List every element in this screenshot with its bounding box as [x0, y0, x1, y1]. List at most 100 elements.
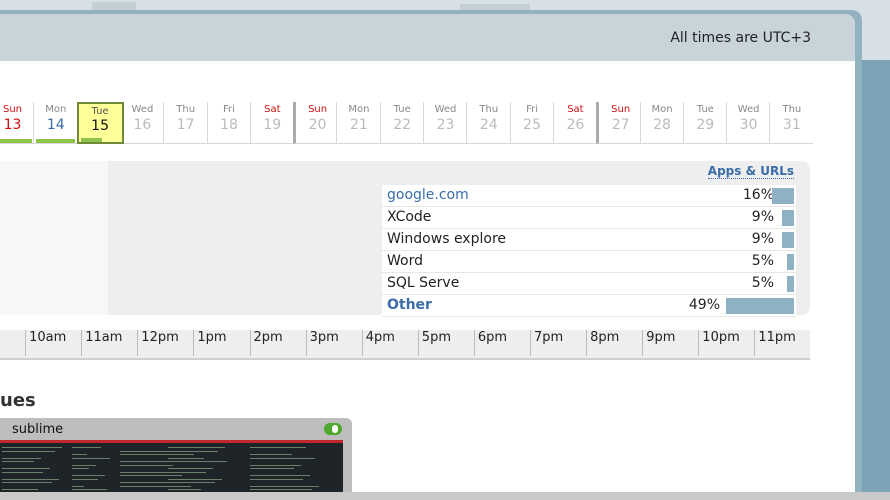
- calendar-day-20[interactable]: Sun 20: [293, 102, 340, 144]
- hour-slot[interactable]: 7pm: [530, 330, 589, 356]
- calendar-day-24[interactable]: Thu 24: [466, 102, 511, 144]
- calendar-day-number: 28: [653, 117, 671, 133]
- app-row[interactable]: Windows explore 9%: [382, 229, 796, 251]
- calendar-day-name: Sun: [611, 104, 631, 115]
- hour-slot[interactable]: 12pm: [137, 330, 196, 356]
- app-share-bar: [772, 188, 794, 204]
- calendar-day-13[interactable]: Sun 13: [0, 102, 34, 144]
- hour-slot[interactable]: 3pm: [305, 330, 365, 356]
- screenshot-card[interactable]: sublime: [0, 418, 352, 500]
- code-line: [72, 457, 110, 459]
- calendar-day-16[interactable]: Wed 16: [119, 102, 164, 144]
- hour-slot[interactable]: 4pm: [361, 330, 421, 356]
- calendar-day-25[interactable]: Fri 25: [509, 102, 554, 144]
- app-share-bar: [787, 254, 794, 270]
- calendar-day-17[interactable]: Thu 17: [163, 102, 208, 144]
- calendar-day-name: Tue: [91, 106, 109, 117]
- hour-slot[interactable]: 11am: [81, 330, 140, 356]
- screenshot-thumbnail[interactable]: [0, 440, 343, 500]
- hour-slot[interactable]: 9pm: [642, 330, 701, 356]
- calendar-day-27[interactable]: Sun 27: [596, 102, 643, 144]
- hour-slot[interactable]: 1pm: [193, 330, 252, 356]
- calendar-day-18[interactable]: Fri 18: [206, 102, 251, 144]
- code-line: [120, 450, 171, 452]
- hour-slot[interactable]: [0, 330, 28, 356]
- code-line: [2, 468, 50, 469]
- app-share-bar: [782, 210, 794, 226]
- horizontal-scrollbar[interactable]: [0, 492, 890, 500]
- app-row[interactable]: Word 5%: [382, 251, 796, 273]
- app-row[interactable]: SQL Serve 5%: [382, 273, 796, 295]
- code-line: [2, 489, 38, 490]
- calendar-day-name: Thu: [479, 104, 499, 115]
- calendar-day-number: 19: [263, 117, 282, 133]
- app-share-bar: [782, 232, 794, 248]
- app-row[interactable]: google.com 16%: [382, 185, 796, 207]
- app-name: XCode: [387, 209, 432, 225]
- code-line: [120, 454, 194, 455]
- code-line: [250, 464, 301, 466]
- hour-slot[interactable]: 2pm: [249, 330, 309, 356]
- calendar-day-15[interactable]: Tue 15: [76, 102, 124, 144]
- hour-slot[interactable]: 8pm: [586, 330, 645, 356]
- calendar-day-number: 18: [220, 117, 238, 133]
- calendar-day-29[interactable]: Tue 29: [682, 102, 727, 144]
- code-line: [72, 475, 105, 476]
- code-line: [168, 447, 225, 448]
- code-line: [72, 478, 98, 480]
- calendar-day-23[interactable]: Wed 23: [423, 102, 467, 144]
- calendar-day-26[interactable]: Sat 26: [552, 102, 597, 144]
- calendar-day-number: 26: [566, 117, 585, 133]
- calendar-day-21[interactable]: Mon 21: [336, 102, 381, 144]
- hour-slot[interactable]: 10am: [25, 330, 84, 356]
- code-line: [168, 489, 201, 490]
- app-row[interactable]: XCode 9%: [382, 207, 796, 229]
- code-line: [250, 475, 310, 476]
- apps-urls-title[interactable]: Apps & URLs: [707, 164, 794, 179]
- code-line: [250, 489, 312, 490]
- calendar-day-name: Mon: [45, 104, 67, 115]
- app-name[interactable]: Other: [387, 297, 432, 313]
- hour-slot[interactable]: 11pm: [754, 330, 813, 356]
- calendar-day-name: Sun: [2, 104, 23, 115]
- code-line: [72, 447, 101, 448]
- screenshot-app-label: sublime: [12, 422, 64, 437]
- app-share-bar: [787, 276, 794, 292]
- app-row[interactable]: Other 49%: [382, 295, 796, 317]
- calendar-day-28[interactable]: Mon 28: [639, 102, 684, 144]
- calendar-day-22[interactable]: Tue 22: [379, 102, 424, 144]
- app-percentage: 16%: [742, 187, 774, 203]
- app-percentage: 5%: [751, 253, 774, 269]
- calendar-day-14[interactable]: Mon 14: [33, 102, 78, 144]
- code-line: [250, 454, 292, 455]
- app-name[interactable]: google.com: [387, 187, 469, 203]
- app-percentage: 5%: [751, 275, 774, 291]
- activity-bar: [0, 139, 32, 143]
- calendar-day-name: Mon: [348, 104, 370, 115]
- calendar-day-number: 14: [46, 117, 65, 133]
- app-percentage: 9%: [751, 209, 774, 225]
- calendar-day-19[interactable]: Sat 19: [249, 102, 294, 144]
- section-title: ues: [0, 390, 36, 411]
- code-line: [250, 468, 294, 469]
- activity-status-icon: [324, 423, 342, 435]
- code-line: [2, 471, 43, 473]
- calendar-day-number: 23: [436, 117, 455, 133]
- code-line: [250, 447, 306, 448]
- calendar-day-31[interactable]: Thu 31: [769, 102, 814, 144]
- calendar-day-name: Thu: [176, 104, 196, 115]
- code-line: [168, 457, 204, 459]
- hour-slot[interactable]: 10pm: [698, 330, 757, 356]
- code-line: [168, 468, 213, 469]
- hour-slot[interactable]: 6pm: [473, 330, 533, 356]
- code-line: [168, 450, 218, 452]
- app-percentage: 49%: [688, 297, 720, 313]
- calendar-day-number: 30: [739, 117, 758, 133]
- hour-slot[interactable]: 5pm: [417, 330, 477, 356]
- calendar-day-30[interactable]: Wed 30: [726, 102, 771, 144]
- hour-timeline: 10am 11am 12pm 1pm 2pm 3pm 4pm 5pm 6pm 7pm 8pm 9pm 1…: [0, 330, 810, 360]
- panel-header: All times are UTC+3: [0, 14, 855, 61]
- calendar-day-number: 22: [393, 117, 412, 133]
- activity-bar: [80, 138, 102, 142]
- calendar-day-name: Sat: [567, 104, 584, 115]
